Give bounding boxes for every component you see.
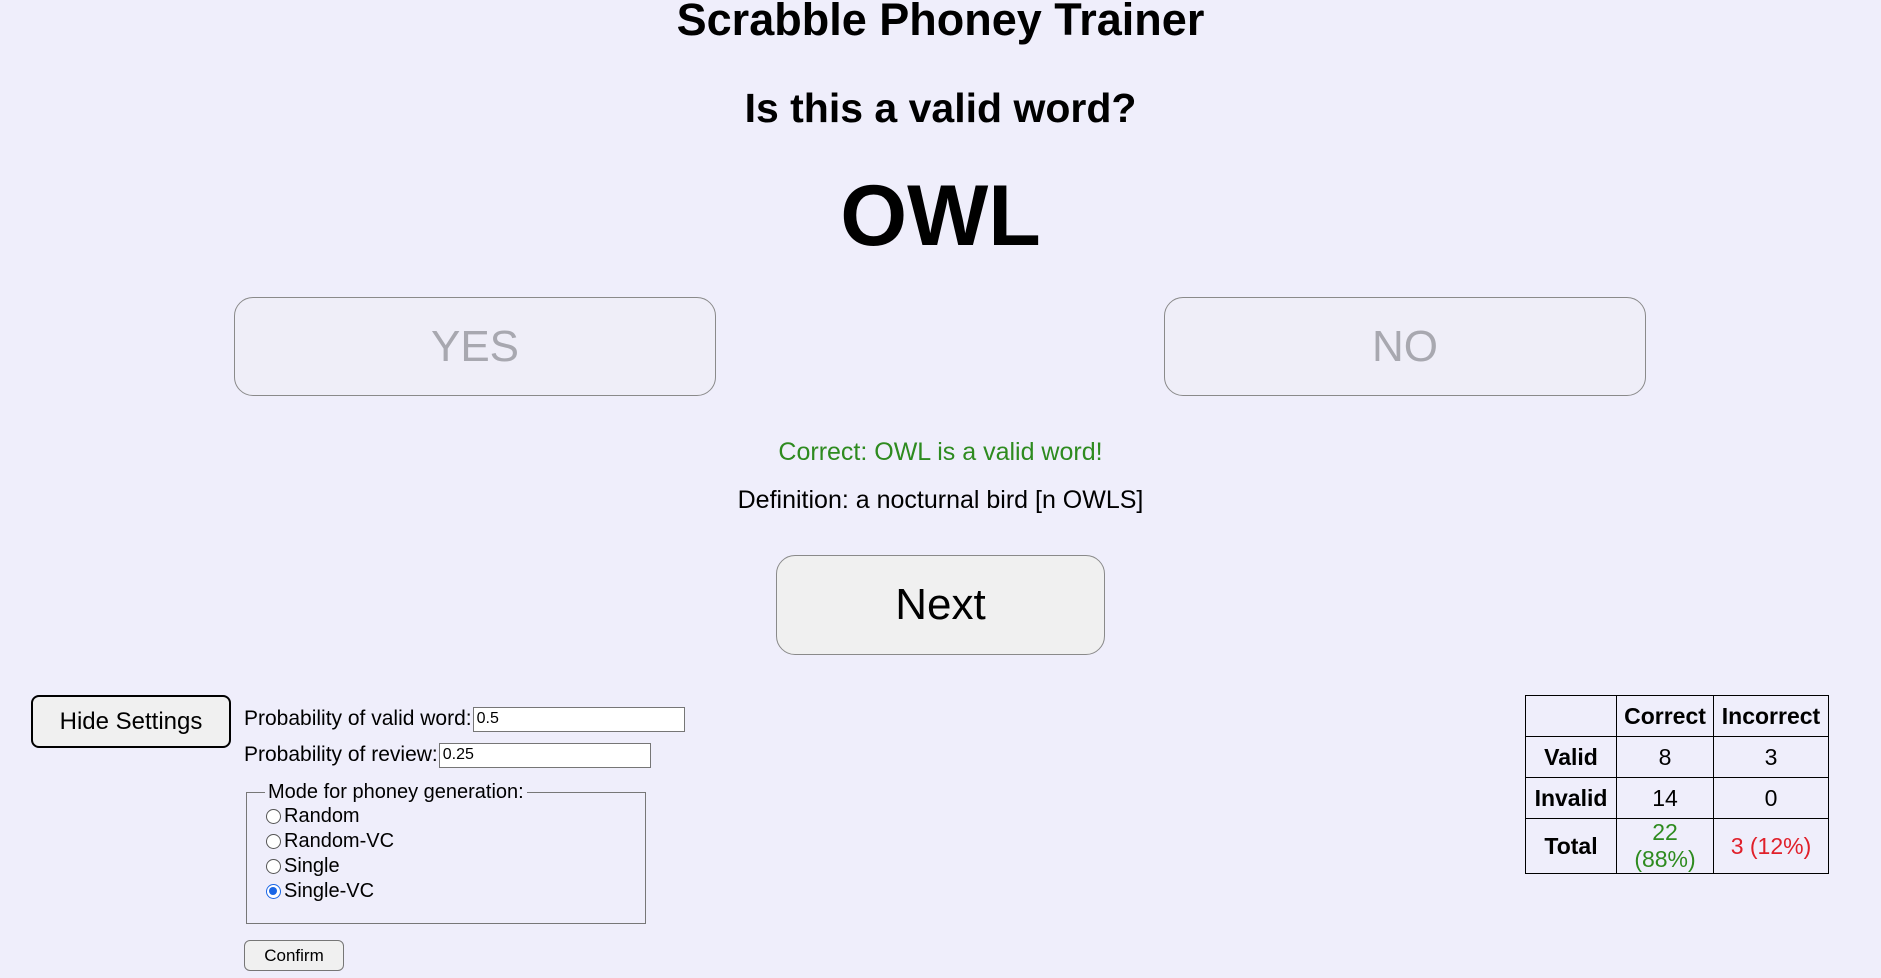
stats-header-blank [1525,695,1617,737]
stats-total-correct: 22 (88%) [1616,818,1714,874]
table-row: Total 22 (88%) 3 (12%) [1525,818,1829,874]
stats-table: Correct Incorrect Valid 8 3 Invalid 14 0… [1525,695,1829,874]
mode-option-random[interactable]: Random [266,804,645,829]
prob-valid-input[interactable] [472,706,685,732]
prob-review-row: Probability of review: [244,741,651,769]
hide-settings-button[interactable]: Hide Settings [31,695,231,748]
stats-row-label: Valid [1525,736,1617,778]
mode-label-random: Random [284,805,360,827]
radio-single-vc[interactable] [266,884,281,899]
mode-option-single-vc[interactable]: Single-VC [266,879,645,904]
prob-review-input[interactable] [438,742,651,768]
stats-cell-incorrect: 3 [1713,736,1829,778]
mode-label-single-vc: Single-VC [284,880,375,902]
stats-row-label: Invalid [1525,777,1617,819]
stats-header-correct: Correct [1616,695,1714,737]
radio-random[interactable] [266,809,281,824]
phoney-mode-group: Mode for phoney generation: Random Rando… [246,781,646,924]
stats-header-row: Correct Incorrect [1525,695,1829,737]
word-definition: Definition: a nocturnal bird [n OWLS] [737,486,1144,514]
page-title: Scrabble Phoney Trainer [676,0,1205,45]
stats-cell-correct: 14 [1616,777,1714,819]
radio-single[interactable] [266,859,281,874]
result-message: Correct: OWL is a valid word! [778,438,1103,466]
next-button[interactable]: Next [776,555,1105,655]
table-row: Valid 8 3 [1525,736,1829,778]
confirm-button[interactable]: Confirm [244,940,344,971]
phoney-mode-legend: Mode for phoney generation: [268,781,524,803]
prob-valid-label: Probability of valid word: [244,707,472,730]
mode-option-single[interactable]: Single [266,854,645,879]
stats-total-incorrect: 3 (12%) [1713,818,1829,874]
stats-cell-incorrect: 0 [1713,777,1829,819]
mode-label-single: Single [284,855,340,877]
current-word: OWL [840,168,1041,264]
prob-review-label: Probability of review: [244,743,438,766]
stats-header-incorrect: Incorrect [1713,695,1829,737]
prob-valid-row: Probability of valid word: [244,705,685,733]
question-prompt: Is this a valid word? [744,85,1137,131]
radio-random-vc[interactable] [266,834,281,849]
table-row: Invalid 14 0 [1525,777,1829,819]
mode-label-random-vc: Random-VC [284,830,395,852]
yes-button[interactable]: YES [234,297,716,396]
mode-option-random-vc[interactable]: Random-VC [266,829,645,854]
stats-row-label: Total [1525,818,1617,874]
no-button[interactable]: NO [1164,297,1646,396]
stats-cell-correct: 8 [1616,736,1714,778]
